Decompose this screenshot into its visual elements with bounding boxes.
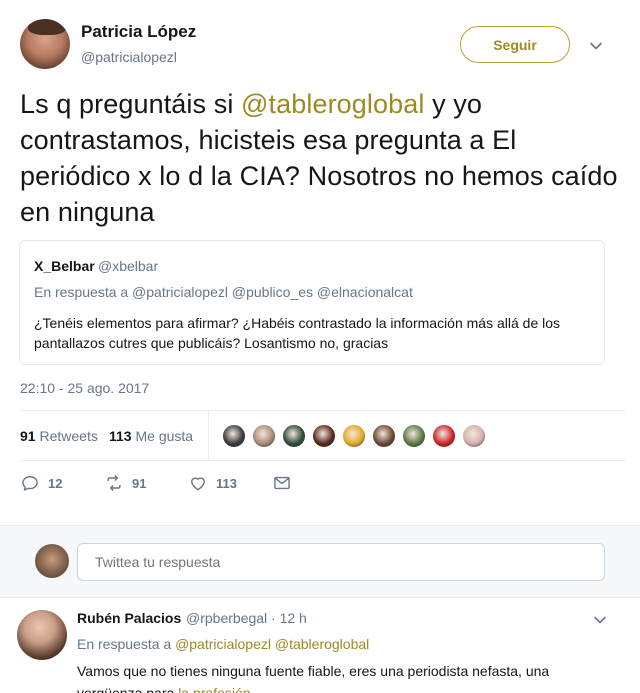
reply-input[interactable] (77, 543, 605, 581)
mention-link[interactable]: @tableroglobal (241, 89, 424, 119)
reply-context-mentions[interactable]: @patricialopezl @tableroglobal (175, 636, 369, 652)
likes-stat[interactable]: 113 Me gusta (109, 428, 193, 444)
follow-button[interactable]: Seguir (460, 26, 570, 63)
reply-author-handle-time: @rpberbegal · 12 h (186, 610, 307, 626)
liker-avatar-4[interactable] (312, 424, 336, 448)
author-avatar[interactable] (20, 19, 70, 69)
tweet-text: Ls q preguntáis si @tableroglobal y yo c… (20, 86, 620, 230)
liker-avatar-6[interactable] (372, 424, 396, 448)
tweet-timestamp[interactable]: 22:10 - 25 ago. 2017 (20, 380, 149, 396)
retweet-icon (107, 475, 121, 491)
reply-count: 12 (48, 475, 63, 491)
liker-avatar-7[interactable] (402, 424, 426, 448)
reply-text-link[interactable]: la profesión (178, 685, 250, 693)
retweets-label: Retweets (39, 428, 98, 444)
like-action[interactable]: 113 (188, 473, 237, 493)
quoted-reply-context: En respuesta a @patricialopezl @publico_… (34, 284, 413, 300)
heart-icon (191, 477, 205, 491)
retweets-stat[interactable]: 91 Retweets (20, 428, 98, 444)
retweets-count: 91 (20, 428, 36, 444)
quoted-tweet[interactable]: X_Belbar @xbelbar En respuesta a @patric… (19, 240, 605, 365)
like-count: 113 (216, 475, 237, 491)
current-user-avatar (35, 544, 69, 578)
stats-divider (208, 411, 209, 460)
reply-context: En respuesta a @patricialopezl @tablerog… (77, 636, 369, 652)
reply-text-part: Vamos que no tienes ninguna fuente fiabl… (77, 663, 550, 693)
liker-avatar-9[interactable] (462, 424, 486, 448)
liker-avatar-3[interactable] (282, 424, 306, 448)
chevron-down-icon[interactable] (592, 612, 608, 628)
retweet-count: 91 (132, 475, 147, 491)
reply-composer (0, 525, 640, 598)
reply-action[interactable]: 12 (20, 473, 62, 493)
retweet-action[interactable]: 91 (104, 473, 146, 493)
direct-message-action[interactable] (272, 473, 292, 493)
reply-tweet[interactable]: Rubén Palacios @rpberbegal · 12 h En res… (0, 598, 640, 693)
envelope-icon (274, 476, 290, 490)
chevron-down-icon[interactable] (588, 38, 604, 54)
reply-author-avatar[interactable] (17, 610, 67, 660)
liker-avatar-1[interactable] (222, 424, 246, 448)
likes-count: 113 (109, 428, 132, 444)
reply-text: Vamos que no tienes ninguna fuente fiabl… (77, 660, 597, 693)
author-name[interactable]: Patricia López (81, 22, 196, 42)
liker-avatar-5[interactable] (342, 424, 366, 448)
quoted-text: ¿Tenéis elementos para afirmar? ¿Habéis … (34, 315, 561, 351)
quoted-author-handle: @xbelbar (98, 258, 159, 274)
liker-avatar-2[interactable] (252, 424, 276, 448)
reply-author-name[interactable]: Rubén Palacios (77, 610, 181, 626)
tweet-stats: 91 Retweets 113 Me gusta (20, 410, 625, 461)
likes-label: Me gusta (135, 428, 194, 444)
reply-icon (22, 476, 38, 491)
quoted-author-name: X_Belbar (34, 258, 95, 274)
author-handle[interactable]: @patricialopezl (81, 49, 177, 65)
liker-avatar-8[interactable] (432, 424, 456, 448)
tweet-actions: 12 91 113 (20, 473, 420, 497)
tweet-text-part: Ls q preguntáis si (20, 89, 242, 119)
reply-context-prefix: En respuesta a (77, 636, 176, 652)
